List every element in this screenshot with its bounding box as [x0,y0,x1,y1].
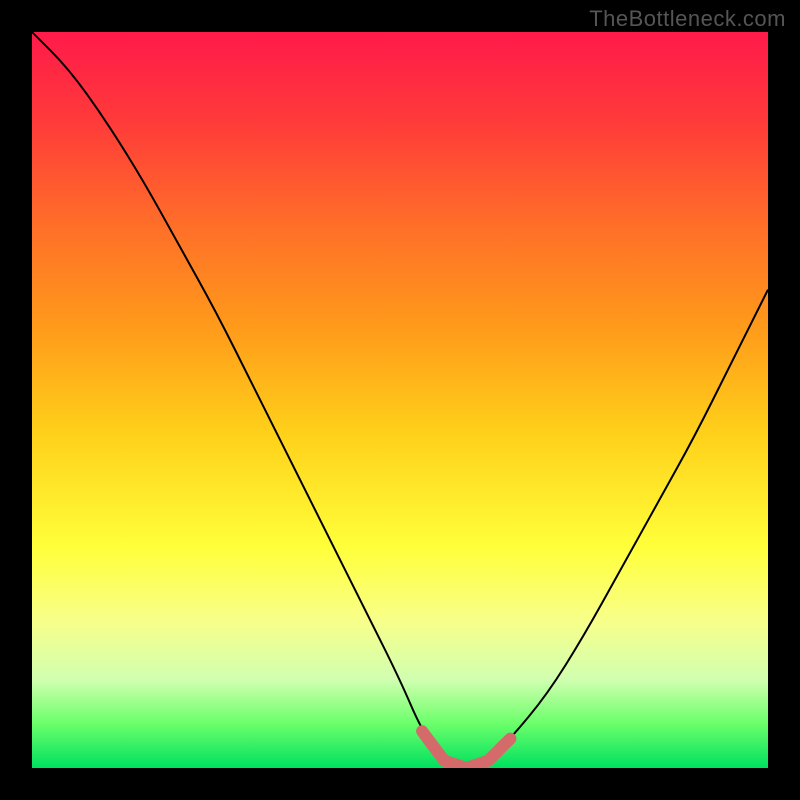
plot-area [32,32,768,768]
bottleneck-chart: TheBottleneck.com [0,0,800,800]
watermark-text: TheBottleneck.com [589,6,786,32]
